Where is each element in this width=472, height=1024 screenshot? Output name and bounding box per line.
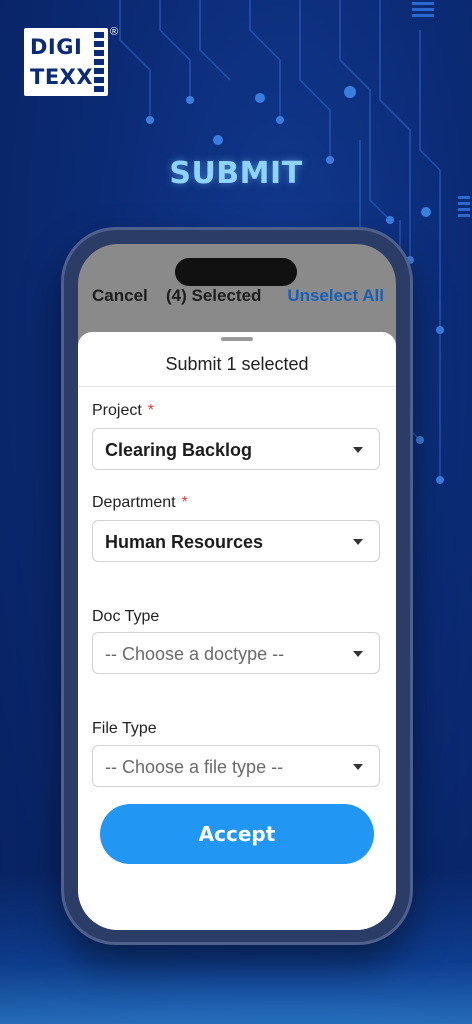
project-select[interactable]: Clearing Backlog — [92, 428, 380, 470]
digitexx-logo: DIGI TEXX — [24, 28, 108, 96]
unselect-all-button[interactable]: Unselect All — [287, 286, 384, 306]
selection-toolbar: Cancel (4) Selected Unselect All — [78, 284, 396, 314]
submit-bottom-sheet: Submit 1 selected Project * Clearing Back… — [78, 332, 396, 930]
dynamic-island — [175, 258, 297, 286]
divider — [78, 386, 396, 387]
sheet-title: Submit 1 selected — [165, 354, 309, 374]
logo-line-1: DIGI — [30, 35, 83, 59]
selected-count: (4) Selected — [166, 286, 262, 305]
cancel-button[interactable]: Cancel — [92, 286, 148, 306]
file-type-label: File Type — [92, 720, 157, 737]
project-value: Clearing Backlog — [105, 440, 253, 460]
department-label: Department * — [92, 494, 188, 511]
logo-line-2: TEXX — [30, 65, 94, 89]
chevron-down-icon — [353, 651, 363, 657]
department-value: Human Resources — [105, 532, 264, 552]
phone-frame: Cancel (4) Selected Unselect All Submit … — [64, 230, 410, 942]
chevron-down-icon — [353, 447, 363, 453]
phone-screen: Cancel (4) Selected Unselect All Submit … — [78, 244, 396, 930]
doc-type-select[interactable]: -- Choose a doctype -- — [92, 632, 380, 674]
chevron-down-icon — [353, 764, 363, 770]
department-select[interactable]: Human Resources — [92, 520, 380, 562]
required-marker: * — [147, 402, 155, 419]
doc-type-placeholder: -- Choose a doctype -- — [105, 644, 285, 664]
sheet-drag-handle[interactable] — [221, 337, 253, 341]
doc-type-label: Doc Type — [92, 608, 160, 625]
chevron-down-icon — [353, 539, 363, 545]
required-marker: * — [181, 494, 188, 511]
logo-bars-icon — [94, 32, 104, 92]
file-type-placeholder: -- Choose a file type -- — [105, 757, 284, 777]
file-type-select[interactable]: -- Choose a file type -- — [92, 745, 380, 787]
accept-button[interactable]: Accept — [100, 804, 374, 864]
registered-mark: ® — [110, 26, 119, 38]
project-label: Project * — [92, 402, 155, 419]
page-headline: SUBMIT — [169, 156, 303, 191]
